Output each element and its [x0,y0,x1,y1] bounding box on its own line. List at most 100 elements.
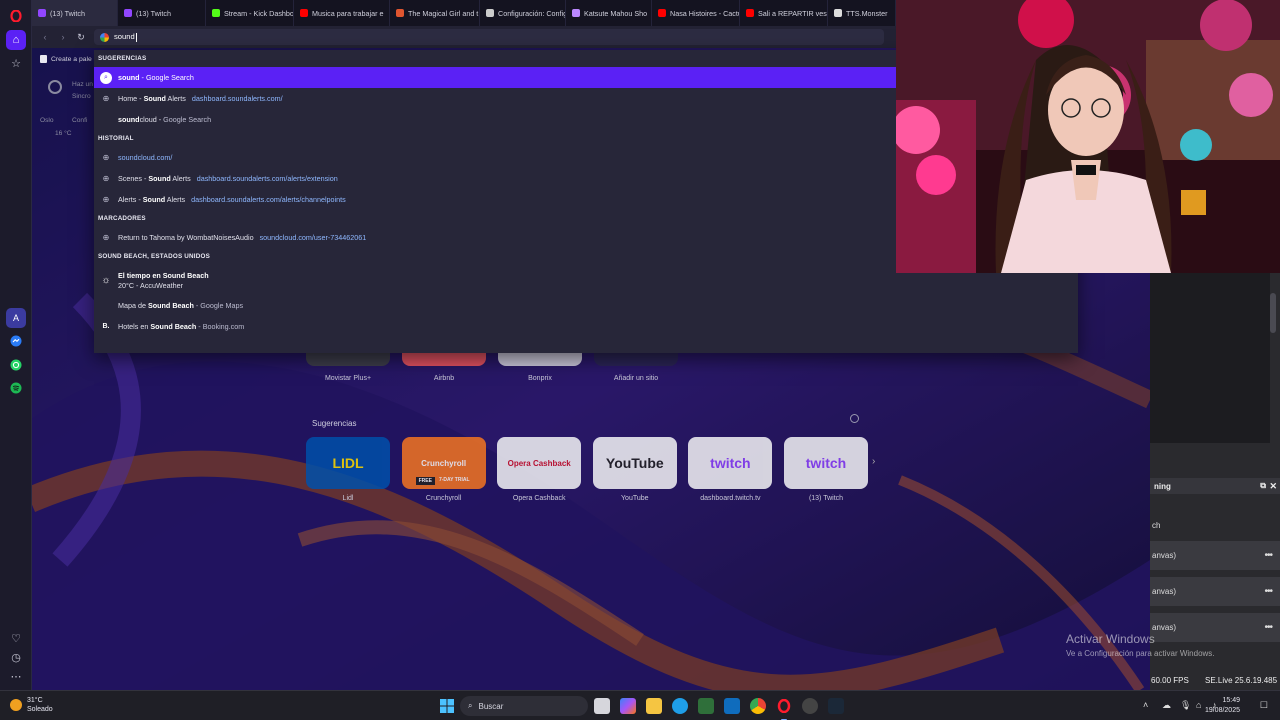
copilot-icon[interactable] [620,698,636,714]
globe-icon: ⊕ [102,174,110,183]
opera-sidebar: ⌂ ☆ A ♡ ◷ ⋯ [0,0,32,690]
obs-scrollbar[interactable] [1270,293,1276,333]
tab-favicon-icon [212,9,220,17]
browser-tab[interactable]: (13) Twitch [32,0,118,26]
close-icon[interactable]: ✕ [1269,481,1277,492]
tile-logo-text: Opera Cashback [507,458,571,468]
tab-favicon-icon [658,9,666,17]
windows-start-icon[interactable] [439,698,455,714]
speed-dial-tile[interactable]: Opera Cashback [497,437,582,489]
speed-dial-tile[interactable]: Crunchyroll FREE 7-DAY TRIAL [401,437,486,489]
tab-favicon-icon [396,9,404,17]
outlook-icon[interactable] [724,698,740,714]
opera-logo-icon[interactable] [6,6,26,26]
back-icon[interactable]: ‹ [36,28,54,46]
speed-dial-label: Lidl [342,495,354,502]
more-options-icon[interactable]: ••• [1264,550,1272,561]
more-icon[interactable]: ⋯ [6,666,26,686]
speed-dial-tile[interactable]: LIDL [306,437,390,489]
address-toolbar: ‹ › ↻ sound [32,26,898,48]
suggestions-heading: Sugerencias [312,419,357,428]
task-view-icon[interactable] [594,698,610,714]
more-options-icon[interactable]: ••• [1264,586,1272,597]
aria-icon[interactable]: A [6,308,26,328]
tab-favicon-icon [746,9,754,17]
browser-tab[interactable]: Katsute Mahou Sho [566,0,652,26]
settings-icon[interactable] [850,414,859,423]
chevron-right-icon[interactable]: › [872,456,875,467]
chrome-icon[interactable] [750,698,766,714]
browser-tab[interactable]: Musica para trabajar e [294,0,390,26]
speed-dial-label: Opera Cashback [512,495,566,502]
browser-tab[interactable]: Sali a REPARTIR vestid [740,0,828,26]
clock[interactable]: 15:49 19/08/2025 [1205,696,1240,716]
tab-favicon-icon [124,9,132,17]
heart-icon[interactable]: ♡ [6,628,26,648]
suggestion-url: dashboard.soundalerts.com/ [191,94,283,103]
opera-taskbar-icon[interactable] [776,698,792,714]
star-icon[interactable]: ☆ [6,53,26,73]
reload-icon[interactable]: ↻ [72,28,90,46]
tab-label: Katsute Mahou Sho [584,8,648,18]
bookmark-item[interactable]: Create a pale [32,50,102,68]
microphone-icon[interactable]: 🎙 [1180,700,1191,711]
store-icon[interactable] [698,698,714,714]
sun-icon [10,699,22,711]
tab-label: TTS.Monster [846,8,888,18]
file-explorer-icon[interactable] [646,698,662,714]
browser-tab[interactable]: The Magical Girl and t [390,0,480,26]
speed-dial-label: YouTube [621,495,649,502]
tab-favicon-icon [38,9,46,17]
messenger-icon[interactable] [6,331,26,351]
tab-strip: (13) Twitch (13) Twitch Stream - Kick Dash… [32,0,898,26]
tab-favicon-icon [572,9,580,17]
blank-icon [100,300,112,312]
sync-hint-2: Sincro [72,93,91,100]
browser-tab[interactable]: TTS.Monster [828,0,896,26]
spotify-icon[interactable] [6,378,26,398]
sync-hint-1: Haz un [72,81,93,88]
tray-chevron-icon[interactable]: ˄ [1143,700,1148,710]
hotels-row[interactable]: B. Hotels en Sound Beach - Booking.com [94,316,1078,337]
onedrive-icon[interactable]: ☁ [1162,700,1171,711]
tile-logo-text: YouTube [605,455,664,471]
maps-row[interactable]: Mapa de Sound Beach - Google Maps [94,295,1078,316]
tile-logo-text: LIDL [332,455,364,471]
browser-tab[interactable]: (13) Twitch [118,0,206,26]
obs-list-item[interactable]: ch [1150,510,1280,540]
text-caret [135,32,137,42]
home-icon[interactable]: ⌂ [6,30,26,50]
webcam-overlay [896,0,1280,273]
steam-icon[interactable] [828,698,844,714]
speed-dial-tile[interactable]: twitch [784,437,868,489]
speed-dial-tile[interactable]: YouTube [592,437,677,489]
browser-tab[interactable]: Stream - Kick Dashbo [206,0,294,26]
weather-widget[interactable]: 31°C Soleado [10,696,53,714]
speed-dial-label: dashboard.twitch.tv [700,495,761,502]
tab-label: Nasa Histoires - Cactu [670,8,740,18]
edge-icon[interactable] [672,698,688,714]
obs-taskbar-icon[interactable] [802,698,818,714]
network-icon[interactable]: ⌂ [1196,700,1201,710]
whatsapp-icon[interactable] [6,355,26,375]
browser-tab[interactable]: Configuración: Config [480,0,566,26]
obs-list-item[interactable]: anvas) ••• [1150,576,1280,606]
notifications-icon[interactable]: ☐ [1260,700,1268,711]
address-bar-value[interactable]: sound [114,32,135,41]
taskbar-search[interactable]: ⌕ Buscar [460,696,588,716]
browser-tab[interactable]: Nasa Histoires - Cactu [652,0,740,26]
popout-icon[interactable]: ⧉ [1260,481,1266,491]
windows-taskbar: 31°C Soleado ⌕ Buscar ˄ ☁ 🎙 ⌂ ♪ 15:49 19… [0,690,1280,720]
speed-dial-label: Añadir un sitio [613,375,659,382]
speed-dial-tile[interactable]: twitch [688,437,773,489]
forward-icon[interactable]: › [54,28,72,46]
history-icon[interactable]: ◷ [6,647,26,667]
address-bar[interactable]: sound [94,29,884,45]
more-options-icon[interactable]: ••• [1264,622,1272,633]
sun-icon: ☼ [101,274,111,286]
search-icon: ⌕ [100,71,112,84]
trial-badge: FREE 7-DAY TRIAL [415,477,470,485]
version-readout: SE.Live 25.6.19.485 [1205,676,1278,685]
config-link[interactable]: Confi [72,117,87,124]
obs-list-item[interactable]: anvas) ••• [1150,540,1280,570]
